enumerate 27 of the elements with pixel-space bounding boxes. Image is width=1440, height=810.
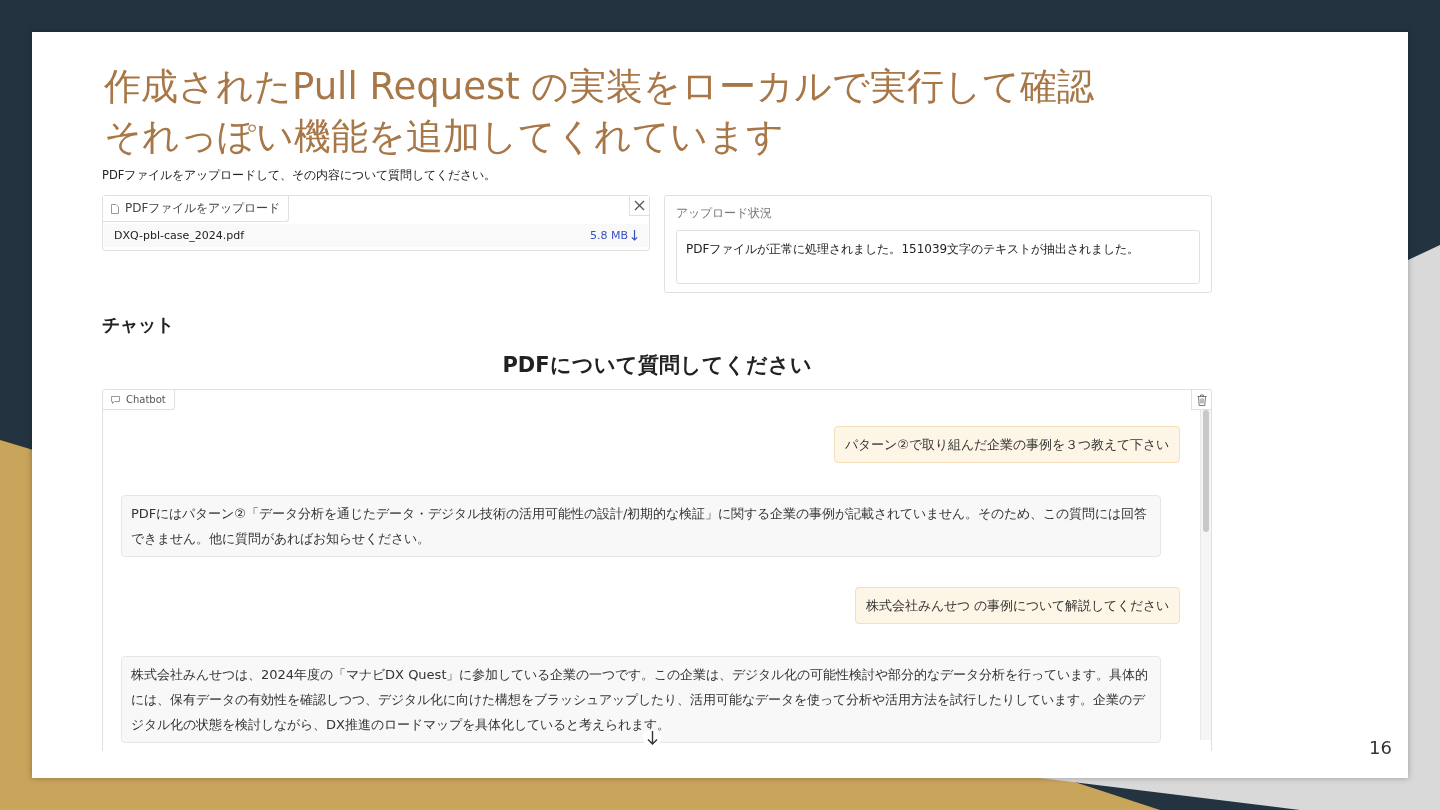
user-message: パターン②で取り組んだ企業の事例を３つ教えて下さい xyxy=(834,426,1180,463)
page-number: 16 xyxy=(1369,737,1392,758)
file-size: 5.8 MB xyxy=(589,229,628,242)
file-icon xyxy=(111,203,119,214)
file-name: DXQ-pbl-case_2024.pdf xyxy=(114,229,245,242)
user-message: 株式会社みんせつ の事例について解説してください xyxy=(854,587,1180,624)
scrollbar-track[interactable] xyxy=(1200,410,1211,740)
slide-title-line: 作成されたPull Request の実装をローカルで実行して確認 xyxy=(104,64,1095,110)
scroll-down-button[interactable] xyxy=(643,729,661,747)
close-button[interactable] xyxy=(629,196,649,216)
chat-title: PDFについて質問してください xyxy=(502,352,812,379)
delete-button[interactable] xyxy=(1191,390,1211,410)
upload-label: PDFファイルをアップロード xyxy=(125,200,281,217)
chat-heading: チャット xyxy=(102,313,174,337)
down-arrow-icon xyxy=(646,731,658,745)
chatbot-label: Chatbot xyxy=(126,394,166,405)
status-label: アップロード状況 xyxy=(676,205,773,222)
app-description: PDFファイルをアップロードして、その内容について質問してください。 xyxy=(102,168,498,183)
bot-message: PDFにはパターン②「データ分析を通じたデータ・デジタル技術の活用可能性の設計/初期的な検証」に関する企業の事例が記載されていません。そのため、この質問には回答できません。他に質問があればお知らせください。 xyxy=(121,495,1161,557)
download-arrow-icon[interactable] xyxy=(631,230,638,241)
chat-icon xyxy=(111,395,120,404)
close-icon xyxy=(634,200,645,211)
file-upload-panel[interactable]: PDFファイルをアップロード DXQ-pbl-case_2024.pdf 5.8 MB xyxy=(102,195,650,251)
status-textbox[interactable]: PDFファイルが正常に処理されました。151039文字のテキストが抽出されました。 xyxy=(676,230,1200,284)
slide-title-line: それっぽい機能を追加してくれています xyxy=(104,114,784,160)
trash-icon xyxy=(1196,393,1207,406)
scrollbar-thumb[interactable] xyxy=(1203,410,1209,532)
